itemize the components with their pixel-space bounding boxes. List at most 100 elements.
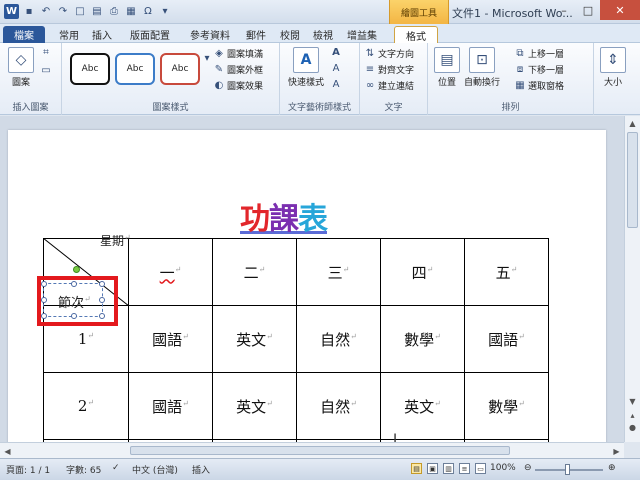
text-effects-button[interactable]: A [330, 79, 342, 90]
day-header-cell[interactable]: 四↵ [380, 238, 465, 306]
close-icon[interactable]: ✕ [600, 0, 640, 20]
tab-home[interactable]: 常用 [55, 26, 83, 43]
wrap-text-label: 自動換行 [464, 78, 501, 88]
language-indicator[interactable]: 中文 (台灣) [132, 463, 178, 476]
print-icon[interactable]: ⎙ [107, 3, 121, 19]
subject-cell[interactable]: 國語↵ [128, 372, 213, 440]
shape-style-sample-red[interactable]: Abc [160, 53, 200, 85]
horizontal-scrollbar[interactable]: ◀ ▶ [0, 442, 624, 458]
tab-format[interactable]: 格式 [394, 26, 438, 43]
day-header-cell[interactable]: 三↵ [296, 238, 381, 306]
word-count[interactable]: 字數: 65 [66, 463, 101, 476]
minimize-icon[interactable]: – [552, 0, 576, 20]
rotate-handle[interactable] [73, 266, 80, 273]
tab-addins[interactable]: 增益集 [341, 26, 383, 43]
zoom-in-icon[interactable]: ⊕ [608, 463, 616, 473]
shape-style-sample-blue[interactable]: Abc [115, 53, 155, 85]
size-icon: ⇕ [600, 47, 626, 73]
scroll-right-icon[interactable]: ▶ [609, 444, 624, 458]
scroll-left-icon[interactable]: ◀ [0, 444, 15, 458]
tab-mailings[interactable]: 郵件 [242, 26, 270, 43]
page-count[interactable]: 頁面: 1 / 1 [6, 463, 50, 476]
redo-icon[interactable]: ↷ [56, 3, 70, 19]
create-link-button[interactable]: ∞ 建立連結 [364, 79, 414, 92]
symbol-icon[interactable]: Ω [141, 3, 155, 19]
size-button[interactable]: ⇕ 大小 [600, 47, 626, 88]
subject-cell[interactable]: 自然↵ [296, 305, 381, 373]
shapes-label: 圖案 [11, 78, 30, 88]
tab-file[interactable]: 檔案 [3, 26, 45, 43]
wrap-text-button[interactable]: ⊡ 自動換行 [464, 47, 500, 88]
day-header-cell[interactable]: 一↵ [128, 238, 213, 306]
subject-cell[interactable]: 數學↵ [464, 372, 549, 440]
browse-object-icon[interactable]: ● [625, 420, 640, 434]
shape-effects-button[interactable]: ◐ 圖案效果 [213, 79, 263, 92]
subject-cell[interactable]: 英文↵ [212, 305, 297, 373]
link-icon: ∞ [365, 80, 375, 91]
shapes-button[interactable]: ◇ 圖案 [8, 47, 34, 88]
subject-cell[interactable]: 數學↵ [380, 305, 465, 373]
scroll-down-icon[interactable]: ▼ [625, 394, 640, 408]
group-text: ⇅ 文字方向 ≡ 對齊文字 ∞ 建立連結 文字 [360, 43, 428, 115]
web-layout-view-icon[interactable]: ▥ [443, 463, 454, 474]
tab-view[interactable]: 檢視 [309, 26, 337, 43]
shape-style-sample-black[interactable]: Abc [70, 53, 110, 85]
draft-view-icon[interactable]: ▭ [475, 463, 486, 474]
subject-cell[interactable]: 自然↵ [296, 372, 381, 440]
tab-page-layout[interactable]: 版面配置 [124, 26, 176, 43]
subject-cell[interactable]: 國語↵ [128, 305, 213, 373]
zoom-slider-thumb[interactable] [565, 464, 570, 475]
shape-fill-label: 圖案填滿 [227, 50, 264, 60]
group-shape-styles: Abc Abc Abc ▾ ◈ 圖案填滿 ✎ 圖案外框 ◐ 圖案效果 圖案樣式 [62, 43, 280, 115]
outline-view-icon[interactable]: ≡ [459, 463, 470, 474]
text-direction-button[interactable]: ⇅ 文字方向 [364, 47, 414, 60]
vertical-scrollbar[interactable]: ▲ ▼ ▴ ● [624, 116, 640, 442]
text-box-button[interactable]: ▭ [40, 65, 52, 76]
print-layout-view-icon[interactable]: ▤ [411, 463, 422, 474]
tab-insert[interactable]: 插入 [88, 26, 116, 43]
subject-cell[interactable]: 國語↵ [464, 305, 549, 373]
table-icon[interactable]: ▦ [124, 3, 138, 19]
edit-shape-button[interactable]: ⌗ [40, 47, 52, 58]
new-doc-icon[interactable]: □ [73, 3, 87, 19]
text-effects-icon: A [332, 79, 340, 90]
shape-outline-button[interactable]: ✎ 圖案外框 [213, 63, 263, 76]
zoom-out-icon[interactable]: ⊖ [524, 463, 532, 473]
period-cell[interactable]: 2↵ [43, 372, 129, 440]
zoom-level[interactable]: 100% [490, 463, 516, 473]
selection-pane-button[interactable]: ▦ 選取窗格 [514, 79, 564, 92]
save-icon[interactable]: ▪ [22, 3, 36, 19]
vertical-scroll-thumb[interactable] [627, 132, 638, 228]
bring-forward-button[interactable]: ⧉ 上移一層 [514, 47, 564, 60]
day-header-cell[interactable]: 二↵ [212, 238, 297, 306]
position-button[interactable]: ▤ 位置 [434, 47, 460, 88]
insert-mode-indicator[interactable]: 插入 [192, 463, 210, 476]
word-app-icon[interactable]: W [4, 3, 19, 19]
open-icon[interactable]: ▤ [90, 3, 104, 19]
subject-label: 自然 [320, 330, 351, 349]
group-label-wordart: 文字藝術師樣式 [287, 103, 351, 113]
subject-cell[interactable]: 英文↵ [380, 372, 465, 440]
text-fill-button[interactable]: A [330, 47, 342, 58]
position-label: 位置 [437, 78, 456, 88]
shape-fill-button[interactable]: ◈ 圖案填滿 [213, 47, 263, 60]
maximize-icon[interactable]: □ [576, 0, 600, 20]
undo-icon[interactable]: ↶ [39, 3, 53, 19]
subject-label: 英文 [236, 397, 267, 416]
subject-cell[interactable]: 英文↵ [212, 372, 297, 440]
send-backward-button[interactable]: ⧈ 下移一層 [514, 63, 564, 76]
tab-review[interactable]: 校閱 [276, 26, 304, 43]
align-text-button[interactable]: ≡ 對齊文字 [364, 63, 414, 76]
horizontal-scroll-thumb[interactable] [130, 446, 510, 455]
scroll-up-icon[interactable]: ▲ [625, 116, 640, 130]
proofing-icon[interactable]: ✓ [112, 463, 120, 473]
text-box-icon: ▭ [41, 65, 51, 76]
quick-styles-button[interactable]: A 快速樣式 [288, 47, 324, 88]
text-outline-button[interactable]: A [330, 63, 342, 74]
day-header-cell[interactable]: 五↵ [464, 238, 549, 306]
weekday-text: 星期 [100, 234, 125, 248]
customize-qat-icon[interactable]: ▾ [158, 3, 172, 19]
tab-references[interactable]: 參考資料 [184, 26, 236, 43]
styles-scroll-button[interactable]: ▾ [201, 53, 213, 64]
full-screen-view-icon[interactable]: ▣ [427, 463, 438, 474]
